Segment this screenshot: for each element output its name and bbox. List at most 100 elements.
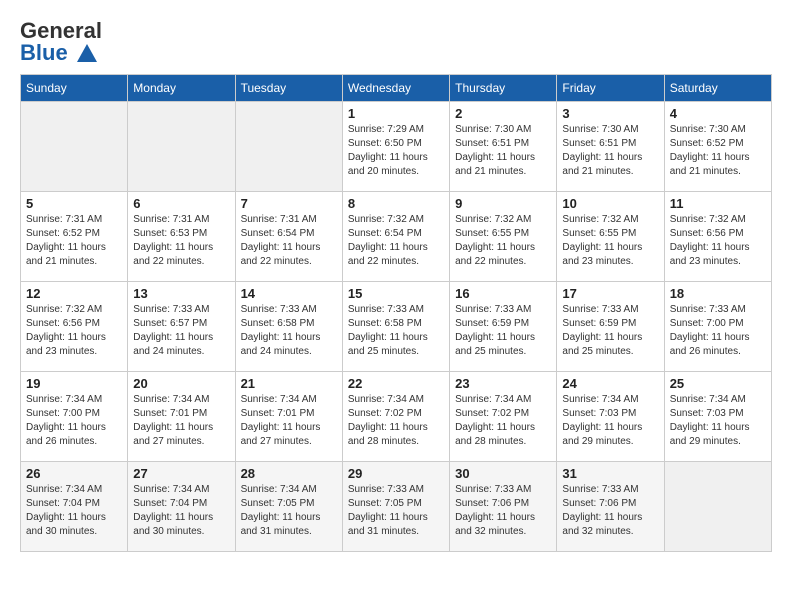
calendar-cell	[235, 102, 342, 192]
day-number: 17	[562, 286, 658, 301]
day-info: Sunrise: 7:34 AMSunset: 7:00 PMDaylight:…	[26, 393, 122, 449]
calendar-cell: 19 Sunrise: 7:34 AMSunset: 7:00 PMDayligh…	[21, 372, 128, 462]
calendar-cell	[128, 102, 235, 192]
day-info: Sunrise: 7:33 AMSunset: 6:58 PMDaylight:…	[348, 303, 444, 359]
calendar-cell: 25 Sunrise: 7:34 AMSunset: 7:03 PMDayligh…	[664, 372, 771, 462]
calendar-cell: 18Sunrise: 7:33 AMSunset: 7:00 PMDayligh…	[664, 282, 771, 372]
calendar-week-row: 1 Sunrise: 7:29 AMSunset: 6:50 PMDaylight…	[21, 102, 772, 192]
day-number: 25	[670, 376, 766, 391]
day-info: Sunrise: 7:33 AMSunset: 6:59 PMDaylight:…	[455, 303, 551, 359]
day-number: 27	[133, 466, 229, 481]
calendar-cell: 9 Sunrise: 7:32 AMSunset: 6:55 PMDaylight…	[450, 192, 557, 282]
calendar-week-row: 19 Sunrise: 7:34 AMSunset: 7:00 PMDayligh…	[21, 372, 772, 462]
calendar-cell: 12Sunrise: 7:32 AMSunset: 6:56 PMDayligh…	[21, 282, 128, 372]
day-number: 15	[348, 286, 444, 301]
day-info: Sunrise: 7:34 AMSunset: 7:04 PMDaylight:…	[26, 483, 122, 539]
calendar-week-row: 26 Sunrise: 7:34 AMSunset: 7:04 PMDayligh…	[21, 462, 772, 552]
day-info: Sunrise: 7:30 AMSunset: 6:51 PMDaylight:…	[562, 123, 658, 179]
calendar-cell	[664, 462, 771, 552]
calendar-cell: 17Sunrise: 7:33 AMSunset: 6:59 PMDayligh…	[557, 282, 664, 372]
weekday-header-monday: Monday	[128, 75, 235, 102]
day-info: Sunrise: 7:33 AMSunset: 7:05 PMDaylight:…	[348, 483, 444, 539]
calendar-cell: 24 Sunrise: 7:34 AMSunset: 7:03 PMDayligh…	[557, 372, 664, 462]
calendar-cell: 5 Sunrise: 7:31 AMSunset: 6:52 PMDaylight…	[21, 192, 128, 282]
calendar-cell: 30Sunrise: 7:33 AMSunset: 7:06 PMDayligh…	[450, 462, 557, 552]
day-number: 2	[455, 106, 551, 121]
day-number: 13	[133, 286, 229, 301]
calendar-cell: 10Sunrise: 7:32 AMSunset: 6:55 PMDayligh…	[557, 192, 664, 282]
day-number: 26	[26, 466, 122, 481]
day-info: Sunrise: 7:31 AMSunset: 6:54 PMDaylight:…	[241, 213, 337, 269]
calendar-cell: 29 Sunrise: 7:33 AMSunset: 7:05 PMDayligh…	[342, 462, 449, 552]
day-info: Sunrise: 7:34 AMSunset: 7:04 PMDaylight:…	[133, 483, 229, 539]
day-number: 22	[348, 376, 444, 391]
day-info: Sunrise: 7:34 AMSunset: 7:05 PMDaylight:…	[241, 483, 337, 539]
calendar-cell: 21 Sunrise: 7:34 AMSunset: 7:01 PMDayligh…	[235, 372, 342, 462]
day-info: Sunrise: 7:34 AMSunset: 7:02 PMDaylight:…	[455, 393, 551, 449]
day-number: 30	[455, 466, 551, 481]
day-info: Sunrise: 7:34 AMSunset: 7:02 PMDaylight:…	[348, 393, 444, 449]
day-number: 20	[133, 376, 229, 391]
day-number: 10	[562, 196, 658, 211]
calendar-cell: 22 Sunrise: 7:34 AMSunset: 7:02 PMDayligh…	[342, 372, 449, 462]
calendar-cell: 31Sunrise: 7:33 AMSunset: 7:06 PMDayligh…	[557, 462, 664, 552]
calendar-cell: 28 Sunrise: 7:34 AMSunset: 7:05 PMDayligh…	[235, 462, 342, 552]
day-info: Sunrise: 7:33 AMSunset: 6:57 PMDaylight:…	[133, 303, 229, 359]
day-info: Sunrise: 7:32 AMSunset: 6:55 PMDaylight:…	[455, 213, 551, 269]
day-number: 18	[670, 286, 766, 301]
calendar-cell: 16 Sunrise: 7:33 AMSunset: 6:59 PMDayligh…	[450, 282, 557, 372]
weekday-header-sunday: Sunday	[21, 75, 128, 102]
day-number: 3	[562, 106, 658, 121]
day-info: Sunrise: 7:32 AMSunset: 6:54 PMDaylight:…	[348, 213, 444, 269]
calendar-cell: 3 Sunrise: 7:30 AMSunset: 6:51 PMDaylight…	[557, 102, 664, 192]
day-number: 11	[670, 196, 766, 211]
calendar-header-row: SundayMondayTuesdayWednesdayThursdayFrid…	[21, 75, 772, 102]
day-info: Sunrise: 7:31 AMSunset: 6:53 PMDaylight:…	[133, 213, 229, 269]
day-info: Sunrise: 7:30 AMSunset: 6:51 PMDaylight:…	[455, 123, 551, 179]
day-number: 21	[241, 376, 337, 391]
calendar-cell: 11 Sunrise: 7:32 AMSunset: 6:56 PMDayligh…	[664, 192, 771, 282]
day-info: Sunrise: 7:29 AMSunset: 6:50 PMDaylight:…	[348, 123, 444, 179]
day-number: 19	[26, 376, 122, 391]
calendar-cell: 26 Sunrise: 7:34 AMSunset: 7:04 PMDayligh…	[21, 462, 128, 552]
calendar-cell: 20 Sunrise: 7:34 AMSunset: 7:01 PMDayligh…	[128, 372, 235, 462]
calendar-cell: 8 Sunrise: 7:32 AMSunset: 6:54 PMDaylight…	[342, 192, 449, 282]
calendar-cell: 27 Sunrise: 7:34 AMSunset: 7:04 PMDayligh…	[128, 462, 235, 552]
calendar-week-row: 12Sunrise: 7:32 AMSunset: 6:56 PMDayligh…	[21, 282, 772, 372]
day-info: Sunrise: 7:33 AMSunset: 6:58 PMDaylight:…	[241, 303, 337, 359]
day-number: 28	[241, 466, 337, 481]
logo: General Blue	[20, 20, 102, 64]
calendar-week-row: 5 Sunrise: 7:31 AMSunset: 6:52 PMDaylight…	[21, 192, 772, 282]
calendar-cell: 23Sunrise: 7:34 AMSunset: 7:02 PMDayligh…	[450, 372, 557, 462]
calendar-cell: 1 Sunrise: 7:29 AMSunset: 6:50 PMDaylight…	[342, 102, 449, 192]
day-info: Sunrise: 7:34 AMSunset: 7:03 PMDaylight:…	[562, 393, 658, 449]
calendar-cell: 6 Sunrise: 7:31 AMSunset: 6:53 PMDaylight…	[128, 192, 235, 282]
calendar-cell	[21, 102, 128, 192]
day-info: Sunrise: 7:32 AMSunset: 6:56 PMDaylight:…	[670, 213, 766, 269]
day-number: 9	[455, 196, 551, 211]
day-info: Sunrise: 7:34 AMSunset: 7:01 PMDaylight:…	[133, 393, 229, 449]
day-number: 24	[562, 376, 658, 391]
calendar-cell: 13 Sunrise: 7:33 AMSunset: 6:57 PMDayligh…	[128, 282, 235, 372]
calendar-cell: 14Sunrise: 7:33 AMSunset: 6:58 PMDayligh…	[235, 282, 342, 372]
day-number: 16	[455, 286, 551, 301]
day-number: 7	[241, 196, 337, 211]
weekday-header-saturday: Saturday	[664, 75, 771, 102]
day-info: Sunrise: 7:34 AMSunset: 7:03 PMDaylight:…	[670, 393, 766, 449]
calendar-cell: 7 Sunrise: 7:31 AMSunset: 6:54 PMDaylight…	[235, 192, 342, 282]
day-number: 5	[26, 196, 122, 211]
day-info: Sunrise: 7:31 AMSunset: 6:52 PMDaylight:…	[26, 213, 122, 269]
calendar-cell: 2 Sunrise: 7:30 AMSunset: 6:51 PMDaylight…	[450, 102, 557, 192]
day-info: Sunrise: 7:32 AMSunset: 6:56 PMDaylight:…	[26, 303, 122, 359]
logo-blue-text: Blue	[20, 40, 68, 65]
weekday-header-tuesday: Tuesday	[235, 75, 342, 102]
page-header: General Blue	[20, 20, 772, 64]
day-info: Sunrise: 7:30 AMSunset: 6:52 PMDaylight:…	[670, 123, 766, 179]
weekday-header-wednesday: Wednesday	[342, 75, 449, 102]
day-number: 1	[348, 106, 444, 121]
day-number: 6	[133, 196, 229, 211]
day-number: 8	[348, 196, 444, 211]
weekday-header-friday: Friday	[557, 75, 664, 102]
day-info: Sunrise: 7:34 AMSunset: 7:01 PMDaylight:…	[241, 393, 337, 449]
day-number: 29	[348, 466, 444, 481]
